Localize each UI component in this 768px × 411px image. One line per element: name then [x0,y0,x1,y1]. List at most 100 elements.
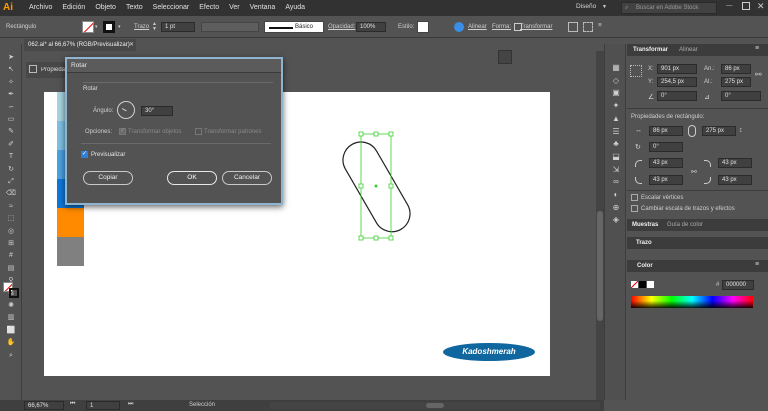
white-color-swatch[interactable] [647,281,654,288]
tab-transform[interactable]: Transformar [633,47,668,53]
rect-width-field[interactable]: 86 px [649,126,683,136]
canvas-color-swatch[interactable] [57,208,84,237]
appearance-panel-icon[interactable]: ♣ [610,138,622,150]
hand-tool-icon[interactable]: ✋ [5,337,17,349]
selection-tool-icon[interactable]: ➤ [5,52,17,64]
minimize-button[interactable]: — [726,2,733,9]
layers-panel-icon[interactable]: ◇ [610,75,622,87]
brushes-panel-icon[interactable]: ▲ [610,113,622,125]
panel-menu-icon[interactable]: ≡ [755,45,759,52]
tab-align[interactable]: Alinear [679,47,698,53]
copy-button[interactable]: Copiar [83,171,133,185]
properties-panel-icon[interactable]: ▦ [610,62,622,74]
group-icon[interactable] [583,22,593,32]
tab-color-guide[interactable]: Guía de color [667,222,703,228]
globe-icon[interactable] [454,22,464,32]
export-panel-icon[interactable]: ⬓ [610,151,622,163]
opacity-label[interactable]: Opacidad: [328,24,355,30]
tab-swatches[interactable]: Muestras [632,222,658,228]
rectangle-tool-icon[interactable]: ▭ [5,114,17,126]
link-proportions-icon[interactable]: ⚯ [755,70,762,79]
variable-width-field[interactable] [201,22,259,32]
opacity-field[interactable]: 100% [356,22,386,32]
links-panel-icon[interactable]: ∞ [610,176,622,188]
hex-field[interactable]: 000000 [722,280,754,290]
width-tool-icon[interactable]: ≈ [5,201,17,213]
layers-stack-icon[interactable]: ◈ [610,214,622,226]
menu-item[interactable]: Ver [224,0,245,16]
fill-swatch[interactable] [82,21,94,33]
symbol-sprayer-tool-icon[interactable]: ✺ [5,300,17,312]
menu-item[interactable]: Texto [121,0,148,16]
menu-item[interactable]: Ayuda [280,0,310,16]
preview-checkbox[interactable]: ✓ [81,151,88,158]
isolate-icon[interactable] [568,22,578,32]
stock-search[interactable]: ⌕ Buscar en Adobe Stock [621,2,717,14]
color-spectrum[interactable] [631,296,753,308]
angle-dial[interactable] [117,101,135,119]
artboard-tool-icon[interactable]: ⬜ [5,325,17,337]
first-artboard-icon[interactable]: ⏮ [70,401,75,408]
zoom-tool-icon[interactable]: ⌕ [5,350,17,362]
scale-strokes-checkbox[interactable] [631,205,638,212]
free-transform-tool-icon[interactable]: ⬚ [5,213,17,225]
rotated-pill-shape[interactable] [337,128,417,246]
graph-tool-icon[interactable]: ▥ [5,312,17,324]
transform-label[interactable]: Transformar [520,24,552,30]
menu-item[interactable]: Seleccionar [148,0,195,16]
curvature-tool-icon[interactable]: ∽ [5,102,17,114]
rect-height-field[interactable]: 275 px [702,126,736,136]
transform-objects-checkbox[interactable]: ✓ [119,128,126,135]
graphic-styles-icon[interactable]: ✦ [610,100,622,112]
paintbrush-tool-icon[interactable]: ✎ [5,126,17,138]
tab-color[interactable]: Color [637,263,653,269]
tab-stroke[interactable]: Trazo [636,240,652,246]
arrange-icon[interactable]: ≡ [598,22,608,32]
navigator-panel-icon[interactable]: ⊕ [610,202,622,214]
symbols-panel-icon[interactable]: ☰ [610,126,622,138]
corner-tr-field[interactable]: 43 px [718,158,752,168]
corner-br-field[interactable]: 43 px [718,175,752,185]
libraries-panel-icon[interactable]: ▣ [610,87,622,99]
horizontal-scrollbar[interactable] [270,402,600,409]
gradient-tool-icon[interactable]: ▤ [5,263,17,275]
direct-selection-tool-icon[interactable]: ↖ [5,64,17,76]
brush-definition[interactable]: Básico [264,21,324,33]
black-color-swatch[interactable] [639,281,646,288]
maximize-button[interactable] [742,2,750,10]
scale-tool-icon[interactable]: ⤢ [5,176,17,188]
shear-angle-field[interactable]: 0° [721,91,761,101]
stroke-swatch[interactable] [103,21,115,33]
zoom-field[interactable]: 66,67% [24,401,64,410]
close-button[interactable]: ✕ [757,1,765,12]
x-field[interactable]: 901 px [657,64,697,74]
menu-item[interactable]: Objeto [90,0,121,16]
ok-button[interactable]: OK [167,171,217,185]
menu-item[interactable]: Archivo [24,0,57,16]
shaper-tool-icon[interactable]: ✐ [5,139,17,151]
align-label[interactable]: Alinear [468,24,487,30]
artboard-number-field[interactable]: 1 [86,401,120,410]
canvas-color-swatch[interactable] [57,237,84,266]
transform-patterns-checkbox[interactable] [195,128,202,135]
fill-stroke-widget[interactable] [3,282,19,298]
mesh-tool-icon[interactable]: # [5,250,17,262]
image-trace-icon[interactable]: ◐ [610,189,622,201]
scale-corners-checkbox[interactable] [631,194,638,201]
pen-tool-icon[interactable]: ✒ [5,89,17,101]
navigator-icon[interactable] [498,50,512,64]
shape-builder-tool-icon[interactable]: ◎ [5,226,17,238]
menu-item[interactable]: Edición [57,0,90,16]
workspace-switcher[interactable]: Diseño ▼ [576,3,607,10]
rotate-tool-icon[interactable]: ↻ [5,164,17,176]
y-field[interactable]: 254,5 px [657,77,697,87]
shape-label[interactable]: Forma: [492,24,511,30]
rect-angle-field[interactable]: 0° [649,142,683,152]
fill-dropdown-icon[interactable]: ▾ [95,24,98,30]
reference-point-icon[interactable] [630,65,642,77]
stroke-stepper-icon[interactable]: ▲ ▼ [152,22,157,32]
h-field[interactable]: 275 px [721,77,751,87]
menu-item[interactable]: Efecto [194,0,224,16]
rotation-angle-field[interactable]: 0° [657,91,697,101]
corner-link-icon[interactable]: ⚯ [691,168,697,176]
